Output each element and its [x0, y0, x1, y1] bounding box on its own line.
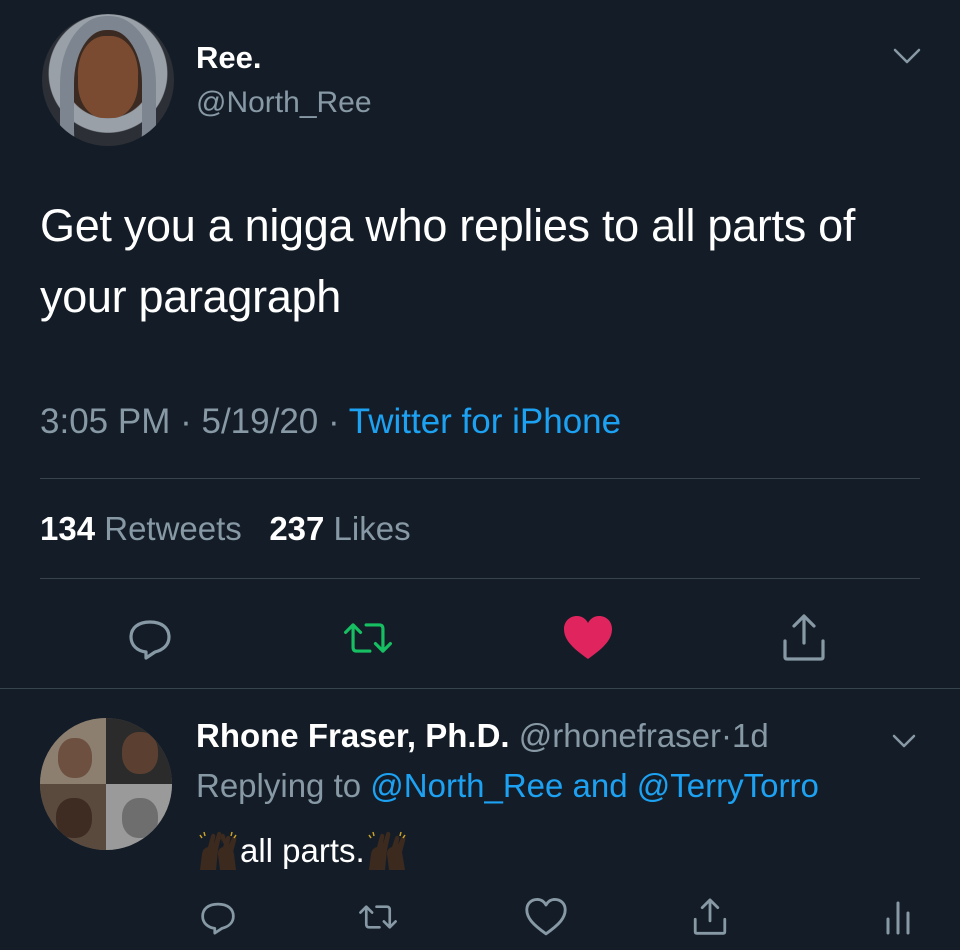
and-label: and: [572, 767, 628, 804]
avatar-face-shape: [78, 36, 138, 118]
tweet-meta: 3:05 PM · 5/19/20 · Twitter for iPhone: [40, 402, 621, 442]
reply-body: all parts.: [240, 832, 365, 869]
chevron-down-icon[interactable]: [890, 730, 918, 752]
reply-header: Rhone Fraser, Ph.D. @rhonefraser·1d: [196, 717, 769, 755]
share-icon: [783, 614, 825, 661]
raising-hands-icon: [368, 831, 406, 870]
meta-separator: ·: [328, 402, 340, 441]
author-avatar[interactable]: [42, 14, 174, 146]
share-icon: [693, 898, 727, 935]
tweet-date: 5/19/20: [201, 402, 319, 441]
meta-separator: ·: [180, 402, 192, 441]
retweet-button[interactable]: [340, 610, 396, 666]
reply-icon: [201, 902, 235, 935]
author-display-name[interactable]: Ree.: [196, 40, 261, 76]
avatar-face-shape: [122, 798, 158, 838]
raising-hands-icon: [199, 831, 237, 870]
reply-handle[interactable]: @rhonefraser: [519, 717, 721, 754]
analytics-icon: [886, 901, 910, 935]
like-label: Likes: [333, 510, 411, 547]
retweet-count: 134: [40, 510, 96, 547]
avatar-face-shape: [58, 738, 92, 778]
tweet-time: 3:05 PM: [40, 402, 171, 441]
reply-author-avatar[interactable]: [40, 718, 172, 850]
divider: [40, 578, 920, 579]
reply-separator: ·: [721, 717, 733, 754]
avatar-face-shape: [56, 798, 92, 838]
replying-to-line: Replying to @North_Ree and @TerryTorro: [196, 767, 819, 805]
analytics-button[interactable]: [876, 895, 920, 939]
avatar-face-shape: [122, 732, 158, 774]
mention-link[interactable]: @North_Ree: [370, 767, 563, 804]
tweet-source-link[interactable]: Twitter for iPhone: [349, 402, 621, 441]
like-icon: [525, 897, 567, 936]
reply-button[interactable]: [196, 895, 240, 939]
divider: [0, 688, 960, 689]
reply-display-name[interactable]: Rhone Fraser, Ph.D.: [196, 717, 510, 754]
likes-count-link[interactable]: 237 Likes: [269, 510, 410, 547]
reply-age: 1d: [732, 717, 769, 754]
retweet-button[interactable]: [356, 895, 400, 939]
replying-label: Replying to: [196, 767, 362, 804]
reply-text: all parts.: [196, 830, 409, 872]
tweet-text: Get you a nigga who replies to all parts…: [40, 200, 856, 322]
like-button[interactable]: [560, 610, 616, 666]
engagement-counts: 134 Retweets 237 Likes: [40, 510, 411, 548]
reply-button[interactable]: [122, 610, 178, 666]
like-icon-filled: [564, 616, 612, 659]
retweet-label: Retweets: [104, 510, 242, 547]
retweet-icon: [359, 905, 397, 929]
like-button[interactable]: [524, 895, 568, 939]
share-button[interactable]: [776, 610, 832, 666]
reply-icon: [129, 620, 171, 660]
author-handle[interactable]: @North_Ree: [196, 86, 372, 120]
chevron-down-icon[interactable]: [890, 42, 924, 70]
retweet-icon: [344, 623, 392, 653]
like-count: 237: [269, 510, 325, 547]
share-button[interactable]: [688, 895, 732, 939]
tweet-detail-page: Ree. @North_Ree Get you a nigga who repl…: [0, 0, 960, 950]
mention-link[interactable]: @TerryTorro: [637, 767, 819, 804]
retweets-count-link[interactable]: 134 Retweets: [40, 510, 242, 547]
divider: [40, 478, 920, 479]
